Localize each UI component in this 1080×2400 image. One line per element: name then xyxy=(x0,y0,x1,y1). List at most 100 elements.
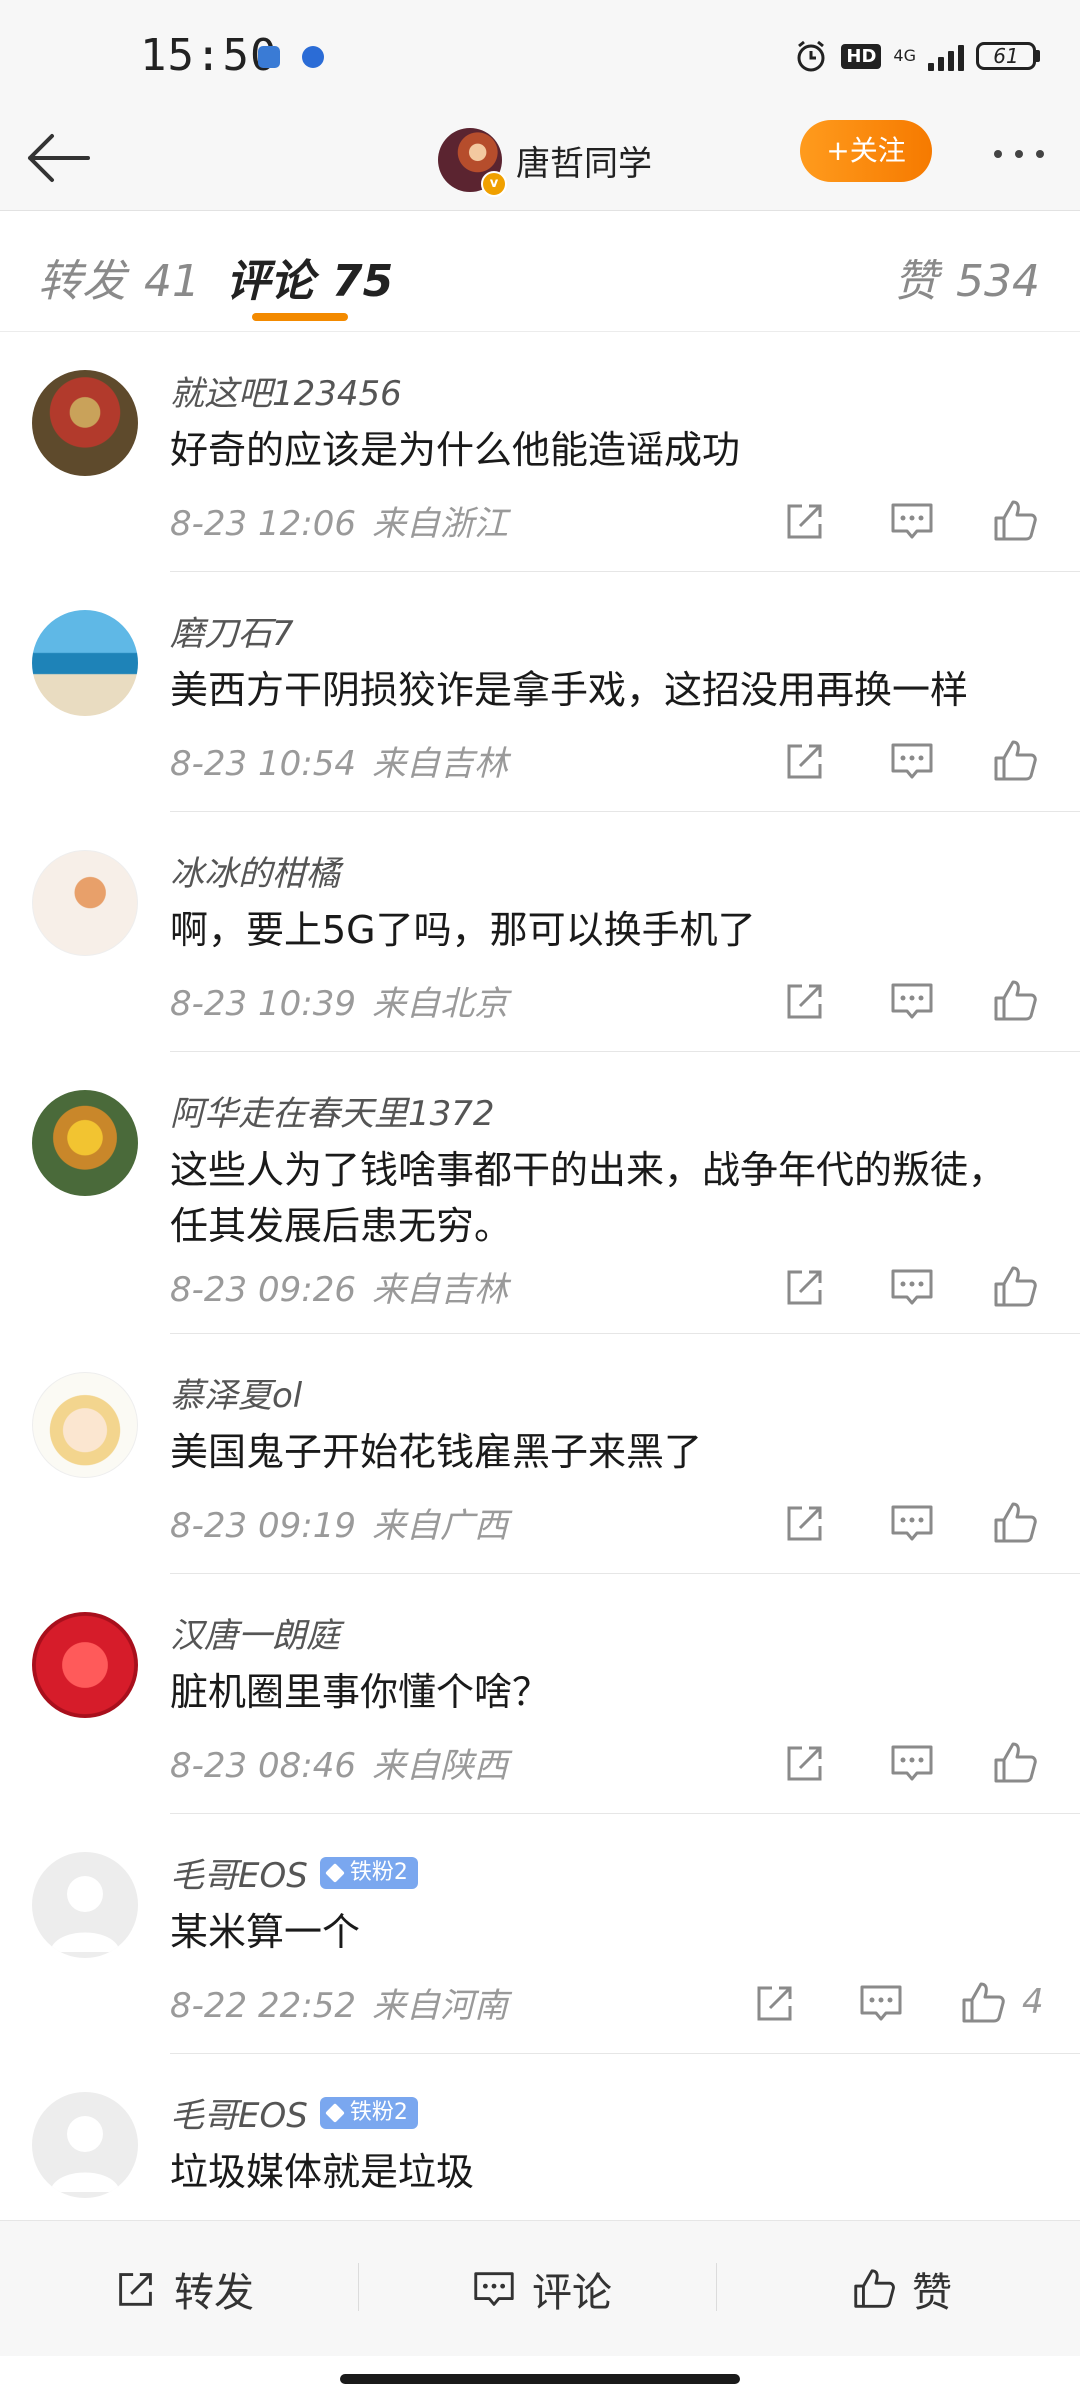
username-text[interactable]: 磨刀石7 xyxy=(170,606,294,655)
chat-notification-icon xyxy=(302,46,324,68)
thumbs-up-icon[interactable] xyxy=(990,496,1040,546)
comment-date: 8-23 12:06 xyxy=(170,504,356,544)
divider xyxy=(716,2263,717,2311)
share-icon[interactable] xyxy=(780,1738,830,1788)
comment-icon[interactable] xyxy=(887,1498,937,1548)
share-icon[interactable] xyxy=(750,1978,800,2028)
comment-username[interactable]: 毛哥EOS 铁粉2 xyxy=(170,2088,418,2137)
signal-icon xyxy=(928,41,964,71)
username-text[interactable]: 阿华走在春天里1372 xyxy=(170,1086,495,1135)
comment-icon[interactable] xyxy=(887,1738,937,1788)
comment-username[interactable]: 冰冰的柑橘 xyxy=(170,846,340,895)
comment-text: 脏机圈里事你懂个啥？ xyxy=(170,1670,551,1714)
username-text[interactable]: 毛哥EOS xyxy=(170,1848,308,1897)
thumbs-up-icon[interactable] xyxy=(958,1978,1008,2028)
comment-item: 毛哥EOS 铁粉2 某米算一个 8-22 22:52 来自河南 4 xyxy=(0,1814,1080,2054)
comment-item: 慕泽夏ol 美国鬼子开始花钱雇黑子来黑了 8-23 09:19 来自广西 xyxy=(0,1334,1080,1574)
comment-item: 汉唐一朗庭 脏机圈里事你懂个啥？ 8-23 08:46 来自陕西 xyxy=(0,1574,1080,1814)
repost-button[interactable]: 转发 xyxy=(112,2221,254,2356)
like-label: 赞 xyxy=(912,2269,952,2316)
comment-username[interactable]: 就这吧123456 xyxy=(170,366,402,415)
share-icon[interactable] xyxy=(780,736,830,786)
fan-badge-label: 铁粉2 xyxy=(349,1859,408,1885)
comment-list[interactable]: 就这吧123456 好奇的应该是为什么他能造谣成功 8-23 12:06 来自浙江… xyxy=(0,332,1080,2220)
comment-item: 冰冰的柑橘 啊，要上5G了吗，那可以换手机了 8-23 10:39 来自北京 xyxy=(0,812,1080,1052)
comment-date: 8-22 22:52 xyxy=(170,1986,356,2026)
comment-button[interactable]: 评论 xyxy=(470,2221,612,2356)
bottom-action-bar: 转发 评论 赞 xyxy=(0,2220,1080,2356)
thumbs-up-icon[interactable] xyxy=(990,736,1040,786)
thumbs-up-icon[interactable] xyxy=(990,1738,1040,1788)
back-arrow-icon[interactable] xyxy=(22,128,94,188)
thumbs-up-icon[interactable] xyxy=(990,1262,1040,1312)
comment-username[interactable]: 汉唐一朗庭 xyxy=(170,1608,340,1657)
comment-username[interactable]: 磨刀石7 xyxy=(170,606,294,655)
comment-meta: 8-23 10:39 来自北京 xyxy=(170,976,508,1025)
avatar[interactable] xyxy=(32,1852,138,1958)
like-button[interactable]: 赞 xyxy=(850,2221,952,2356)
comment-text: 垃圾媒体就是垃圾 xyxy=(170,2150,475,2194)
comment-location: 来自河南 xyxy=(371,1986,508,2026)
follow-button[interactable]: +关注 xyxy=(800,120,932,182)
avatar[interactable] xyxy=(32,610,138,716)
comment-meta: 8-23 08:46 来自陕西 xyxy=(170,1738,508,1787)
username-text[interactable]: 就这吧123456 xyxy=(170,366,402,415)
thumbs-up-icon[interactable] xyxy=(990,1498,1040,1548)
tab-like-count: 534 xyxy=(956,256,1040,307)
more-options-icon[interactable] xyxy=(984,140,1054,168)
avatar[interactable] xyxy=(32,1090,138,1196)
profile-name[interactable]: 唐哲同学 xyxy=(516,136,652,185)
comment-date: 8-23 09:26 xyxy=(170,1270,356,1310)
active-tab-indicator xyxy=(252,313,348,321)
comment-icon[interactable] xyxy=(887,496,937,546)
comment-icon[interactable] xyxy=(856,1978,906,2028)
avatar[interactable] xyxy=(32,370,138,476)
default-avatar-icon xyxy=(50,2116,120,2192)
repost-label: 转发 xyxy=(174,2269,254,2316)
comment-date: 8-23 10:39 xyxy=(170,984,356,1024)
thumbs-up-icon xyxy=(854,2268,895,2308)
username-text[interactable]: 汉唐一朗庭 xyxy=(170,1608,340,1657)
avatar[interactable] xyxy=(32,1612,138,1718)
fan-badge[interactable]: 铁粉2 xyxy=(319,1856,418,1889)
share-icon[interactable] xyxy=(780,1498,830,1548)
comment-date: 8-23 10:54 xyxy=(170,744,356,784)
share-icon[interactable] xyxy=(780,1262,830,1312)
avatar[interactable] xyxy=(32,1372,138,1478)
avatar[interactable] xyxy=(32,850,138,956)
status-time: 15:50 xyxy=(140,30,278,81)
fan-badge[interactable]: 铁粉2 xyxy=(319,2096,418,2129)
username-text[interactable]: 毛哥EOS xyxy=(170,2088,308,2137)
comment-meta: 8-23 10:54 来自吉林 xyxy=(170,736,508,785)
username-text[interactable]: 慕泽夏ol xyxy=(170,1368,302,1417)
tab-comment[interactable]: 评论 75 xyxy=(226,245,393,309)
divider xyxy=(358,2263,359,2311)
share-icon[interactable] xyxy=(780,496,830,546)
comment-item: 毛哥EOS 铁粉2 垃圾媒体就是垃圾 xyxy=(0,2054,1080,2220)
avatar[interactable] xyxy=(32,2092,138,2198)
tab-repost[interactable]: 转发 41 xyxy=(38,245,200,309)
tab-comment-count: 75 xyxy=(332,256,394,307)
tab-like[interactable]: 赞 534 xyxy=(894,245,1040,309)
comment-icon[interactable] xyxy=(887,1262,937,1312)
avatar[interactable]: v xyxy=(438,128,507,197)
battery-icon: 61 xyxy=(976,42,1040,70)
like-count: 4 xyxy=(1022,1982,1044,2022)
network-type: 4G xyxy=(893,46,916,65)
profile-header[interactable]: v 唐哲同学 xyxy=(438,115,652,205)
comment-username[interactable]: 阿华走在春天里1372 xyxy=(170,1086,495,1135)
thumbs-up-icon[interactable] xyxy=(990,976,1040,1026)
share-icon[interactable] xyxy=(780,976,830,1026)
username-text[interactable]: 冰冰的柑橘 xyxy=(170,846,340,895)
comment-icon[interactable] xyxy=(887,736,937,786)
home-indicator[interactable] xyxy=(340,2374,740,2384)
fan-badge-label: 铁粉2 xyxy=(349,2099,408,2125)
comment-username[interactable]: 慕泽夏ol xyxy=(170,1368,302,1417)
comment-icon[interactable] xyxy=(887,976,937,1026)
diamond-icon xyxy=(324,1862,345,1883)
comment-location: 来自吉林 xyxy=(371,744,508,784)
comment-text: 美西方干阴损狡诈是拿手戏，这招没用再换一样 xyxy=(170,668,969,712)
comment-icon xyxy=(474,2271,514,2306)
comment-username[interactable]: 毛哥EOS 铁粉2 xyxy=(170,1848,418,1897)
alarm-icon xyxy=(797,40,825,72)
